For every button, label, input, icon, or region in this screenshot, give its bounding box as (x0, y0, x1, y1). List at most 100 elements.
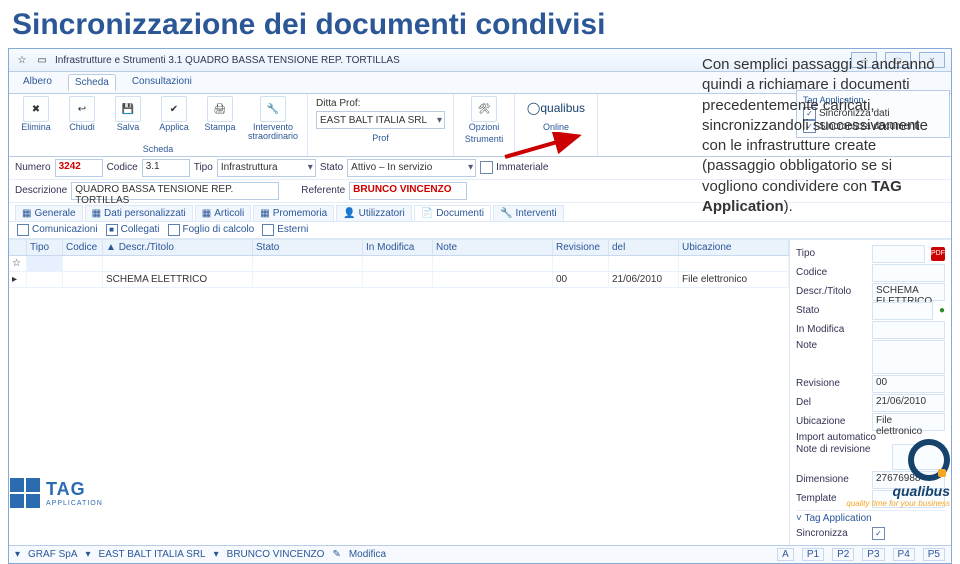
status-ditta[interactable]: EAST BALT ITALIA SRL (99, 549, 206, 560)
footer-logos: TAGAPPLICATION qualibus quality time for… (10, 439, 950, 508)
r-sincro-l: Sincronizza (796, 528, 866, 539)
descr-label: Descrizione (15, 185, 67, 196)
qualibus-button[interactable]: ◯ qualibus (521, 96, 591, 120)
r-del-v[interactable]: 21/06/2010 (872, 394, 945, 412)
ref-label: Referente (301, 185, 345, 196)
r-codice-v[interactable] (872, 264, 945, 282)
intervento-button[interactable]: 🔧Intervento straordinario (245, 96, 301, 142)
codice-label: Codice (107, 162, 138, 173)
status-mode: Modifica (349, 549, 386, 560)
tab-promemoria[interactable]: ▦ Promemoria (253, 205, 334, 221)
table-row[interactable]: ▸ SCHEMA ELETTRICO 00 21/06/2010 File el… (9, 272, 789, 288)
r-rev-l: Revisione (796, 378, 866, 389)
pdf-icon[interactable]: PDF (931, 247, 945, 261)
r-codice-l: Codice (796, 267, 866, 278)
r-stato-l: Stato (796, 305, 866, 316)
r-descr-v[interactable]: SCHEMA ELETTRICO (872, 283, 945, 301)
numero-label: Numero (15, 162, 51, 173)
callout-arrow (500, 132, 590, 162)
stato-select[interactable]: Attivo – In servizio (347, 159, 476, 177)
subtab-esterni[interactable]: Esterni (262, 224, 308, 236)
descr-field[interactable]: QUADRO BASSA TENSIONE REP. TORTILLAS (71, 182, 279, 200)
r-tipo-l: Tipo (796, 248, 866, 259)
sub-tabs: Comunicazioni ■Collegati Foglio di calco… (9, 222, 951, 239)
col-inmod[interactable]: In Modifica (363, 240, 433, 255)
stato-label: Stato (320, 162, 343, 173)
group-label-prof: Prof (372, 133, 389, 143)
tab-scheda[interactable]: Scheda (68, 74, 116, 91)
tab-dati[interactable]: ▦ Dati personalizzati (85, 205, 193, 221)
r-inmod-v[interactable] (872, 321, 945, 339)
r-tagapp-section: ˅ Tag Application (796, 510, 945, 526)
cell-rev: 00 (553, 272, 609, 287)
app-icon: ☆ (15, 53, 29, 67)
r-ubic-v[interactable]: File elettronico (872, 413, 945, 431)
col-note[interactable]: Note (433, 240, 553, 255)
codice-field[interactable]: 3.1 (142, 159, 190, 177)
tab-documenti[interactable]: 📄 Documenti (414, 205, 491, 221)
r-rev-v[interactable]: 00 (872, 375, 945, 393)
tipo-select[interactable]: Infrastruttura (217, 159, 316, 177)
r-note-v[interactable] (872, 340, 945, 374)
ditta-label: Ditta Prof: (316, 98, 445, 109)
tab-generale[interactable]: ▦ Generale (15, 205, 83, 221)
tag-logo: TAGAPPLICATION (10, 478, 103, 508)
status-p2[interactable]: P2 (832, 548, 854, 561)
status-graf[interactable]: GRAF SpA (28, 549, 77, 560)
status-p5[interactable]: P5 (923, 548, 945, 561)
r-inmod-l: In Modifica (796, 324, 866, 335)
immateriale-label: Immateriale (496, 162, 548, 173)
status-p3[interactable]: P3 (862, 548, 884, 561)
slide-title: Sincronizzazione dei documenti condivisi (0, 0, 960, 48)
description-text: Con semplici passaggi si andranno quindi… (702, 55, 942, 217)
tab-albero[interactable]: Albero (17, 74, 58, 91)
opzioni-button[interactable]: 🛠Opzioni (463, 96, 505, 132)
col-tipo[interactable]: Tipo (27, 240, 63, 255)
group-label-strumenti: Strumenti (465, 134, 504, 144)
r-ubic-l: Ubicazione (796, 416, 866, 427)
grid-header: Tipo Codice ▲ Descr./Titolo Stato In Mod… (9, 240, 789, 256)
chiudi-button[interactable]: ↩Chiudi (61, 96, 103, 142)
r-note-l: Note (796, 340, 866, 351)
r-sincro-checkbox[interactable]: ✓ (872, 527, 885, 540)
group-label-scheda: Scheda (143, 144, 174, 154)
col-stato[interactable]: Stato (253, 240, 363, 255)
subtab-comunicazioni[interactable]: Comunicazioni (17, 224, 98, 236)
group-prof: Ditta Prof: EAST BALT ITALIA SRL Prof (308, 94, 454, 156)
status-user[interactable]: BRUNCO VINCENZO (227, 549, 325, 560)
r-descr-l: Descr./Titolo (796, 286, 866, 297)
status-p1[interactable]: P1 (802, 548, 824, 561)
subtab-foglio[interactable]: Foglio di calcolo (168, 224, 255, 236)
ditta-select[interactable]: EAST BALT ITALIA SRL (316, 111, 445, 129)
elimina-button[interactable]: ✖Elimina (15, 96, 57, 142)
group-scheda: ✖Elimina ↩Chiudi 💾Salva ✔Applica 🖨Stampa… (9, 94, 308, 156)
col-del[interactable]: del (609, 240, 679, 255)
subtab-collegati[interactable]: ■Collegati (106, 224, 160, 236)
doc-icon: ▭ (35, 53, 49, 67)
stampa-button[interactable]: 🖨Stampa (199, 96, 241, 142)
cell-descr: SCHEMA ELETTRICO (103, 272, 253, 287)
status-a[interactable]: A (777, 548, 794, 561)
tipo-label: Tipo (194, 162, 213, 173)
qualibus-logo: qualibus quality time for your business (846, 439, 950, 508)
status-p4[interactable]: P4 (893, 548, 915, 561)
status-bar: ▾GRAF SpA ▾EAST BALT ITALIA SRL ▾BRUNCO … (9, 545, 951, 563)
tab-utilizzatori[interactable]: 👤 Utilizzatori (336, 205, 412, 221)
col-ubic[interactable]: Ubicazione (679, 240, 789, 255)
r-stato-v[interactable] (872, 302, 933, 320)
salva-button[interactable]: 💾Salva (107, 96, 149, 142)
tab-consultazioni[interactable]: Consultazioni (126, 74, 198, 91)
r-del-l: Del (796, 397, 866, 408)
col-rev[interactable]: Revisione (553, 240, 609, 255)
col-codice[interactable]: Codice (63, 240, 103, 255)
r-tipo-v[interactable] (872, 245, 925, 263)
applica-button[interactable]: ✔Applica (153, 96, 195, 142)
tab-interventi[interactable]: 🔧 Interventi (493, 205, 564, 221)
ref-field[interactable]: BRUNCO VINCENZO (349, 182, 467, 200)
cell-del: 21/06/2010 (609, 272, 679, 287)
cell-ubic: File elettronico (679, 272, 789, 287)
immateriale-checkbox[interactable] (480, 161, 493, 174)
tab-articoli[interactable]: ▦ Articoli (195, 205, 251, 221)
col-descr[interactable]: ▲ Descr./Titolo (103, 240, 253, 255)
numero-field[interactable]: 3242 (55, 159, 103, 177)
